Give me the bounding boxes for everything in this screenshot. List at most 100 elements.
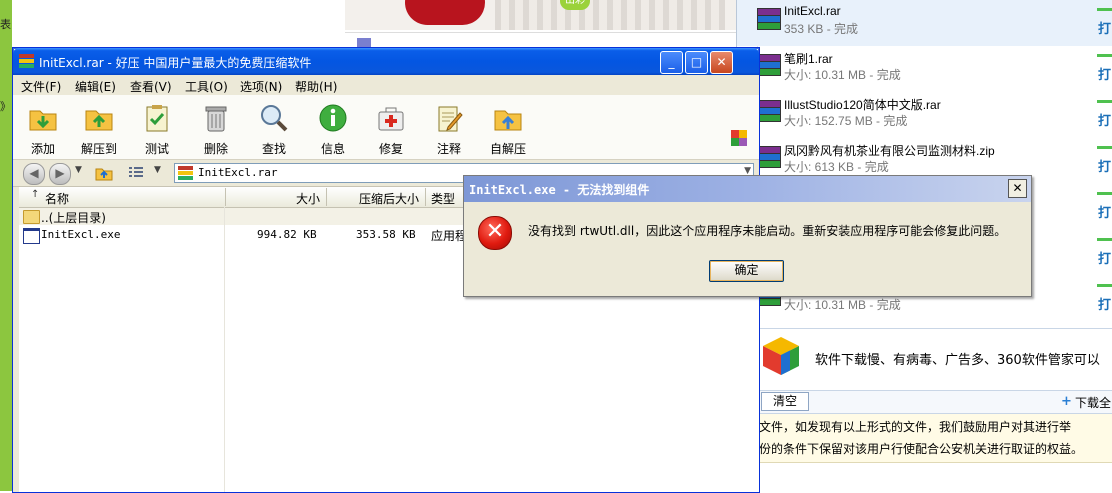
- clear-button[interactable]: 清空: [761, 392, 809, 411]
- open-link[interactable]: 打: [1098, 202, 1111, 221]
- column-divider[interactable]: [225, 188, 226, 206]
- add-icon: [29, 110, 57, 131]
- back-button[interactable]: ◀: [23, 163, 45, 185]
- window-title: InitExcl.rar - 好压 中国用户量最大的免费压缩软件: [39, 56, 312, 70]
- info-button[interactable]: 信息: [305, 99, 361, 157]
- search-button[interactable]: 查找: [246, 99, 302, 157]
- download-item[interactable]: InitExcl.rar 353 KB - 完成 打: [737, 0, 1112, 46]
- open-link[interactable]: 打: [1098, 156, 1111, 175]
- left-strip-text-bottom: 》: [0, 100, 11, 113]
- comment-icon: [438, 106, 463, 132]
- maximize-button[interactable]: □: [685, 51, 708, 74]
- banner-bubble: 出彩: [560, 0, 590, 10]
- notice-line-2: 份的条件下保留对该用户行使配合公安机关进行取证的权益。: [759, 442, 1084, 456]
- download-progress-bar: [1097, 146, 1112, 149]
- path-text: InitExcl.rar: [198, 166, 278, 179]
- minimize-button[interactable]: _: [660, 51, 683, 74]
- banner-figure: [405, 0, 485, 25]
- test-button[interactable]: 测试: [129, 99, 185, 157]
- archive-app-icon: [19, 54, 35, 69]
- download-item-info: 353 KB - 完成: [784, 22, 859, 36]
- up-folder-icon[interactable]: [95, 164, 113, 181]
- column-divider[interactable]: [425, 188, 426, 206]
- column-type[interactable]: 类型: [431, 190, 455, 207]
- ok-button[interactable]: 确定: [709, 260, 784, 282]
- zip-file-icon: [757, 144, 783, 170]
- menu-options[interactable]: 选项(N): [240, 78, 282, 95]
- column-divider[interactable]: [326, 188, 327, 206]
- column-packed[interactable]: 压缩后大小: [359, 190, 419, 207]
- open-link[interactable]: 打: [1098, 18, 1111, 37]
- delete-label: 删除: [203, 142, 228, 156]
- dialog-titlebar[interactable]: InitExcl.exe - 无法找到组件 ✕: [464, 176, 1031, 202]
- test-label: 测试: [144, 142, 169, 156]
- rar-file-icon: [757, 98, 783, 124]
- name-column-guide: [224, 207, 225, 492]
- archive-file-icon: [178, 166, 194, 180]
- repair-button[interactable]: 修复: [363, 99, 419, 157]
- add-label: 添加: [30, 142, 55, 156]
- add-button[interactable]: 添加: [15, 99, 71, 157]
- download-progress-bar: [1097, 238, 1112, 241]
- error-dialog: InitExcl.exe - 无法找到组件 ✕ ✕ 没有找到 rtwUtl.dl…: [463, 175, 1032, 297]
- view-dropdown-icon[interactable]: ▼: [154, 165, 161, 175]
- error-x-glyph: ✕: [485, 219, 505, 244]
- info-label: 信息: [320, 142, 345, 156]
- open-link[interactable]: 打: [1098, 64, 1111, 83]
- search-icon: [261, 105, 288, 132]
- open-link[interactable]: 打: [1098, 248, 1111, 267]
- view-mode-icon[interactable]: [127, 165, 145, 180]
- software-manager-ad[interactable]: 软件下载慢、有病毒、广告多、360软件管家可以: [757, 328, 1112, 387]
- menu-tools[interactable]: 工具(O): [185, 78, 228, 95]
- menu-edit[interactable]: 编辑(E): [75, 78, 116, 95]
- dialog-message: 没有找到 rtwUtl.dll，因此这个应用程序未能启动。重新安装应用程序可能会…: [528, 224, 1007, 238]
- download-item[interactable]: IllustStudio120简体中文版.rar 大小: 152.75 MB -…: [737, 92, 1112, 138]
- menu-file[interactable]: 文件(F): [21, 78, 61, 95]
- extract-icon: [85, 110, 113, 131]
- sfx-button[interactable]: 自解压: [480, 99, 536, 157]
- ad-text: 软件下载慢、有病毒、广告多、360软件管家可以: [815, 353, 1100, 368]
- download-item-info: 大小: 10.31 MB - 完成: [784, 298, 901, 312]
- download-progress-bar: [1097, 8, 1112, 11]
- download-progress-bar: [1097, 54, 1112, 57]
- menu-help[interactable]: 帮助(H): [295, 78, 337, 95]
- parent-dir-label: ..(上层目录): [41, 211, 106, 225]
- download-item-info: 大小: 152.75 MB - 完成: [784, 114, 908, 128]
- menu-view[interactable]: 查看(V): [130, 78, 172, 95]
- close-button[interactable]: ✕: [710, 51, 733, 74]
- exe-file-icon: [23, 228, 40, 244]
- download-progress-bar: [1097, 100, 1112, 103]
- sort-arrow-icon: ↑: [31, 189, 40, 200]
- sfx-label: 自解压: [489, 142, 526, 156]
- background-web-banner: 出彩: [345, 0, 740, 30]
- column-name[interactable]: 名称: [45, 190, 69, 207]
- banner-pattern: [495, 0, 725, 30]
- dialog-close-button[interactable]: ✕: [1008, 179, 1027, 198]
- comment-button[interactable]: 注释: [421, 99, 477, 157]
- download-item-name: IllustStudio120简体中文版.rar: [784, 98, 941, 112]
- download-progress-bar: [1097, 192, 1112, 195]
- skin-icon[interactable]: [731, 130, 747, 146]
- repair-label: 修复: [378, 142, 403, 156]
- comment-label: 注释: [436, 142, 461, 156]
- download-progress-bar: [1097, 284, 1112, 287]
- file-size: 994.82 KB: [257, 228, 317, 241]
- download-item[interactable]: 笔刷1.rar 大小: 10.31 MB - 完成 打: [737, 46, 1112, 92]
- download-all-link[interactable]: 下载全: [1075, 394, 1111, 411]
- extract-button[interactable]: 解压到: [71, 99, 127, 157]
- notice-box: 文件，如发现有以上形式的文件，我们鼓励用户对其进行举 份的条件下保留对该用户行使…: [757, 414, 1112, 463]
- plus-icon: +: [1061, 394, 1072, 409]
- open-link[interactable]: 打: [1098, 110, 1111, 129]
- left-background-strip: 表 》: [0, 0, 12, 491]
- download-item-name: 笔刷1.rar: [784, 52, 833, 66]
- open-link[interactable]: 打: [1098, 294, 1111, 313]
- download-item-name: InitExcl.rar: [784, 4, 841, 18]
- folder-icon: [23, 210, 40, 224]
- window-titlebar[interactable]: InitExcl.rar - 好压 中国用户量最大的免费压缩软件 _ □ ✕: [13, 48, 759, 75]
- history-dropdown-icon[interactable]: ▼: [75, 165, 82, 175]
- delete-button[interactable]: 删除: [188, 99, 244, 157]
- extract-label: 解压到: [80, 142, 117, 156]
- dialog-title: InitExcl.exe - 无法找到组件: [469, 183, 650, 197]
- forward-button[interactable]: ▶: [49, 163, 71, 185]
- column-size[interactable]: 大小: [296, 190, 320, 207]
